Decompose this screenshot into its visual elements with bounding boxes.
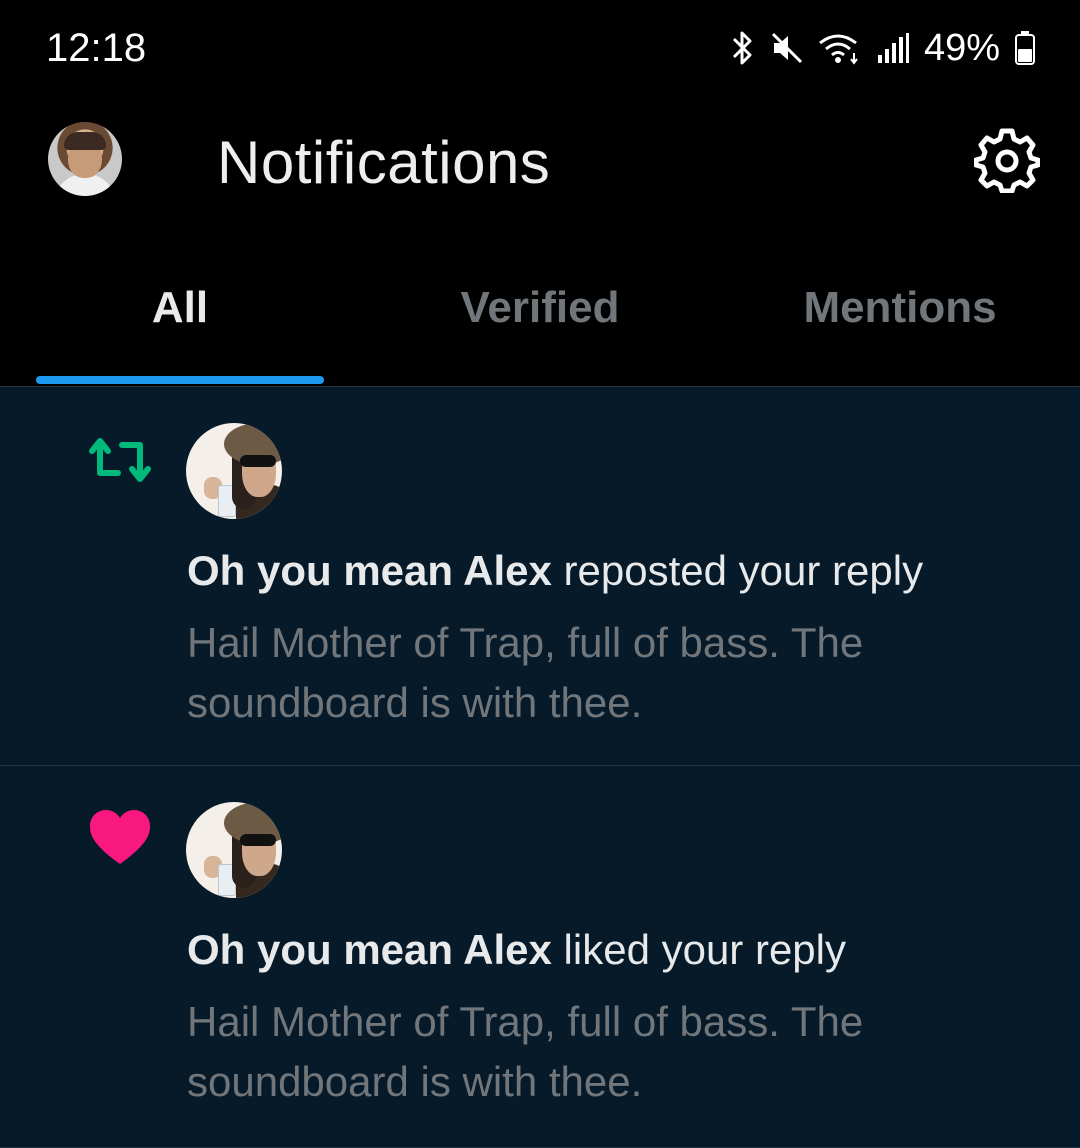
user-avatar[interactable]: [186, 802, 282, 898]
notification-action: reposted your reply: [551, 547, 924, 594]
tab-verified[interactable]: Verified: [360, 230, 720, 386]
wifi-icon: [819, 34, 858, 65]
notification-headline: Oh you mean Alex reposted your reply: [187, 547, 923, 595]
mute-icon: [771, 32, 802, 64]
page-title: Notifications: [217, 129, 551, 196]
reply-snippet: Hail Mother of Trap, full of bass. The s…: [187, 998, 864, 1105]
header: Notifications: [0, 100, 1080, 230]
notification-tabs: All Verified Mentions: [0, 230, 1080, 387]
status-icons: 49%: [728, 26, 1036, 70]
reply-snippet: Hail Mother of Trap, full of bass. The s…: [187, 619, 864, 726]
notification-headline: Oh you mean Alex liked your reply: [187, 926, 846, 974]
bluetooth-icon: [732, 31, 752, 65]
profile-avatar[interactable]: [48, 122, 122, 196]
active-tab-indicator: [36, 376, 324, 384]
tab-all[interactable]: All: [0, 230, 360, 386]
status-time: 12:18: [46, 26, 147, 70]
settings-gear-icon[interactable]: [974, 127, 1040, 193]
signal-icon: [877, 33, 909, 63]
status-bar: 12:18 49%: [0, 0, 1080, 100]
notification-item[interactable]: Oh you mean Alex liked your reply Hail M…: [0, 766, 1080, 1148]
notification-action: liked your reply: [551, 926, 846, 973]
user-name[interactable]: Oh you mean Alex: [187, 547, 552, 594]
notification-item[interactable]: Oh you mean Alex reposted your reply Hai…: [0, 387, 1080, 766]
battery-percentage: 49%: [923, 26, 1000, 69]
heart-icon: [90, 810, 150, 864]
tab-mentions[interactable]: Mentions: [720, 230, 1080, 386]
battery-icon: [1015, 31, 1035, 65]
user-name[interactable]: Oh you mean Alex: [187, 926, 552, 973]
repost-icon: [89, 438, 151, 482]
user-avatar[interactable]: [186, 423, 282, 519]
notification-list: Oh you mean Alex reposted your reply Hai…: [0, 387, 1080, 1148]
